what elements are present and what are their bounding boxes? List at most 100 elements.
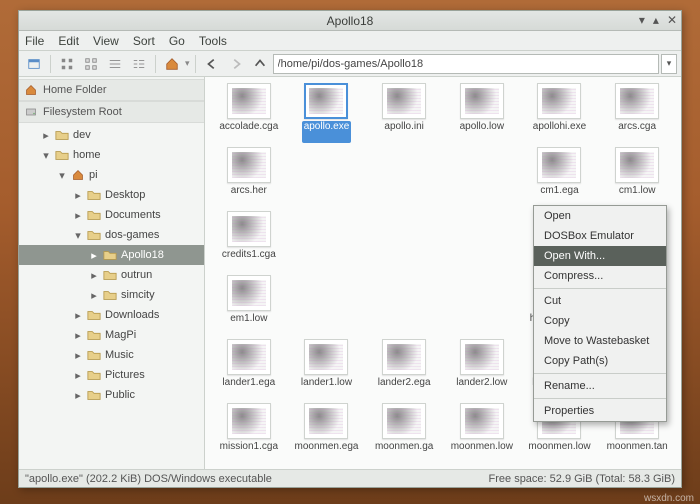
menu-go[interactable]: Go	[169, 34, 185, 48]
file-item[interactable]: moonmen.ega	[289, 403, 365, 463]
location-input[interactable]	[273, 54, 659, 74]
tree-twisty-icon[interactable]: ▸	[73, 369, 83, 382]
tree-twisty-icon[interactable]: ▾	[41, 149, 51, 162]
file-item[interactable]	[444, 147, 520, 207]
tree-twisty-icon[interactable]: ▸	[73, 349, 83, 362]
file-item[interactable]	[366, 275, 442, 335]
close-button[interactable]: ✕	[667, 13, 677, 27]
nav-back-button[interactable]	[201, 54, 223, 74]
view-thumbs-button[interactable]	[80, 54, 102, 74]
tree-twisty-icon[interactable]: ▸	[89, 269, 99, 282]
tree-item-dos-games[interactable]: ▾ dos-games	[19, 225, 204, 245]
file-item[interactable]: arcs.cga	[599, 83, 675, 143]
tree-twisty-icon[interactable]: ▾	[57, 169, 67, 182]
tree-twisty-icon[interactable]: ▸	[73, 329, 83, 342]
tree-twisty-icon[interactable]: ▾	[73, 229, 83, 242]
file-item[interactable]: cm1.low	[599, 147, 675, 207]
menu-item-copy-path-s-[interactable]: Copy Path(s)	[534, 351, 666, 371]
tree-twisty-icon[interactable]: ▸	[41, 129, 51, 142]
places-filesystem[interactable]: Filesystem Root	[19, 101, 204, 123]
file-item[interactable]	[289, 275, 365, 335]
nav-home-dropdown[interactable]: ▾	[185, 58, 190, 69]
view-icons-button[interactable]	[56, 54, 78, 74]
file-item[interactable]: lander2.low	[444, 339, 520, 399]
tree-item-pi[interactable]: ▾pi	[19, 165, 204, 185]
new-tab-button[interactable]	[23, 54, 45, 74]
file-item[interactable]	[444, 211, 520, 271]
menu-tools[interactable]: Tools	[199, 34, 227, 48]
view-list-button[interactable]	[128, 54, 150, 74]
menu-item-dosbox-emulator[interactable]: DOSBox Emulator	[534, 226, 666, 246]
file-item[interactable]	[366, 147, 442, 207]
tree-twisty-icon[interactable]: ▸	[73, 389, 83, 402]
tree-twisty-icon[interactable]: ▸	[73, 209, 83, 222]
file-item[interactable]	[444, 275, 520, 335]
menu-item-properties[interactable]: Properties	[534, 401, 666, 421]
tree-twisty-icon[interactable]: ▸	[89, 289, 99, 302]
file-item[interactable]: apollo.low	[444, 83, 520, 143]
file-item[interactable]: mission1.cga	[211, 403, 287, 463]
location-history-dropdown[interactable]: ▾	[661, 54, 677, 74]
tree-item-label: dos-games	[105, 229, 159, 241]
tree-item-label: Apollo18	[121, 249, 164, 261]
tree-item-dev[interactable]: ▸ dev	[19, 125, 204, 145]
menu-item-open[interactable]: Open	[534, 206, 666, 226]
view-compact-button[interactable]	[104, 54, 126, 74]
nav-forward-button[interactable]	[225, 54, 247, 74]
tree-item-public[interactable]: ▸Public	[19, 385, 204, 405]
file-label: cm1.ega	[540, 185, 578, 207]
menu-item-cut[interactable]: Cut	[534, 291, 666, 311]
file-item[interactable]: lander1.low	[289, 339, 365, 399]
file-item[interactable]	[289, 147, 365, 207]
tree-item-label: dev	[73, 129, 91, 141]
nav-home-button[interactable]	[161, 54, 183, 74]
tree-item-desktop[interactable]: ▸Desktop	[19, 185, 204, 205]
tree-item-pictures[interactable]: ▸Pictures	[19, 365, 204, 385]
menu-item-move-to-wastebasket[interactable]: Move to Wastebasket	[534, 331, 666, 351]
tree-item-apollo18[interactable]: ▸ Apollo18	[19, 245, 204, 265]
file-item[interactable]: lander2.ega	[366, 339, 442, 399]
minimize-button[interactable]: ▾	[639, 13, 645, 27]
tree-twisty-icon[interactable]: ▸	[73, 309, 83, 322]
maximize-button[interactable]: ▴	[653, 13, 659, 27]
tree-item-music[interactable]: ▸Music	[19, 345, 204, 365]
folder-icon	[87, 349, 101, 361]
file-item[interactable]: moonmen.ga	[366, 403, 442, 463]
menu-item-copy[interactable]: Copy	[534, 311, 666, 331]
tree-item-simcity[interactable]: ▸simcity	[19, 285, 204, 305]
nav-up-button[interactable]	[249, 54, 271, 74]
tree-item-magpi[interactable]: ▸MagPi	[19, 325, 204, 345]
menu-edit[interactable]: Edit	[58, 34, 79, 48]
file-item[interactable]: cm1.ega	[522, 147, 598, 207]
file-item[interactable]: apollo.ini	[366, 83, 442, 143]
file-item[interactable]	[366, 211, 442, 271]
file-view[interactable]: accolade.cgaapollo.exeapollo.iniapollo.l…	[205, 77, 681, 469]
file-thumbnail	[227, 403, 271, 439]
menu-view[interactable]: View	[93, 34, 119, 48]
titlebar[interactable]: Apollo18 ▾ ▴ ✕	[19, 11, 681, 31]
file-item[interactable]: apollo.exe	[289, 83, 365, 143]
file-item[interactable]: arcs.her	[211, 147, 287, 207]
file-item[interactable]: moonmen.low	[444, 403, 520, 463]
menu-item-rename-[interactable]: Rename...	[534, 376, 666, 396]
file-item[interactable]: credits1.cga	[211, 211, 287, 271]
tree-twisty-icon[interactable]: ▸	[73, 189, 83, 202]
tree-item-outrun[interactable]: ▸outrun	[19, 265, 204, 285]
file-item[interactable]: lander1.ega	[211, 339, 287, 399]
file-item[interactable]: em1.low	[211, 275, 287, 335]
tree-twisty-icon[interactable]: ▸	[89, 249, 99, 262]
menu-sort[interactable]: Sort	[133, 34, 155, 48]
menubar: File Edit View Sort Go Tools	[19, 31, 681, 51]
menu-file[interactable]: File	[25, 34, 44, 48]
file-item[interactable]	[289, 211, 365, 271]
folder-icon	[87, 209, 101, 221]
file-item[interactable]: apollohi.exe	[522, 83, 598, 143]
tree-item-downloads[interactable]: ▸Downloads	[19, 305, 204, 325]
places-home[interactable]: Home Folder	[19, 79, 204, 101]
file-item[interactable]: accolade.cga	[211, 83, 287, 143]
tree-item-home[interactable]: ▾home	[19, 145, 204, 165]
tree-item-documents[interactable]: ▸Documents	[19, 205, 204, 225]
menu-item-open-with-[interactable]: Open With...	[534, 246, 666, 266]
menu-separator	[534, 288, 666, 289]
menu-item-compress-[interactable]: Compress...	[534, 266, 666, 286]
